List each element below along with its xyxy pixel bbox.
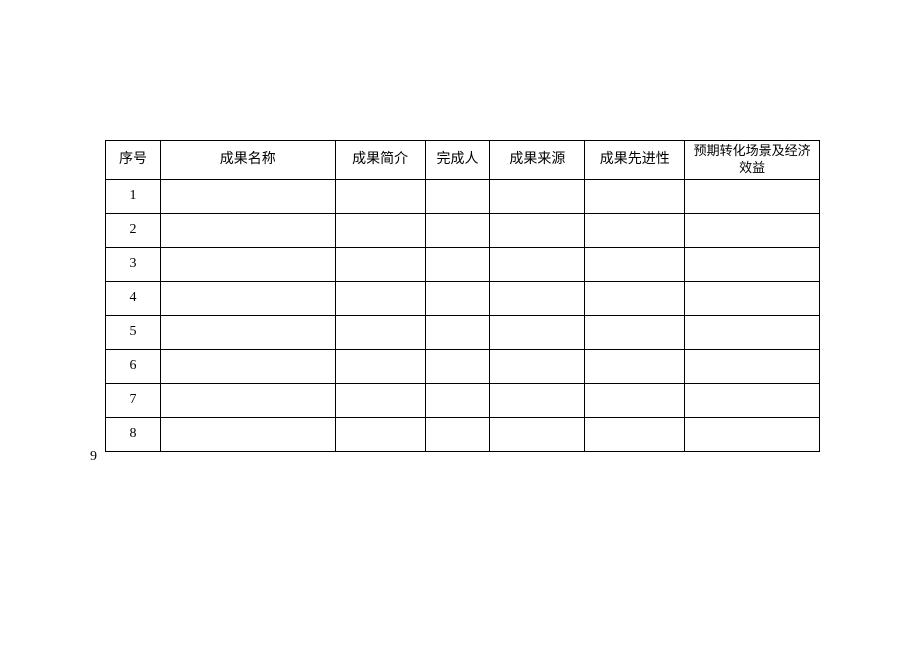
cell-advance [585,315,685,349]
cell-seq: 3 [106,247,161,281]
header-source: 成果来源 [490,141,585,180]
cell-intro [335,281,425,315]
header-intro: 成果简介 [335,141,425,180]
cell-intro [335,247,425,281]
header-person: 完成人 [425,141,490,180]
cell-person [425,417,490,451]
table-row: 2 [106,213,820,247]
header-name: 成果名称 [160,141,335,180]
header-advance: 成果先进性 [585,141,685,180]
cell-person [425,315,490,349]
table-row: 1 [106,179,820,213]
cell-seq: 1 [106,179,161,213]
cell-advance [585,417,685,451]
results-table: 序号 成果名称 成果简介 完成人 成果来源 成果先进性 预期转化场景及经济效益 … [105,140,820,452]
cell-intro [335,179,425,213]
table-row: 8 [106,417,820,451]
cell-benefit [685,179,820,213]
cell-benefit [685,349,820,383]
cell-source [490,417,585,451]
cell-name [160,213,335,247]
cell-person [425,281,490,315]
cell-name [160,417,335,451]
cell-benefit [685,417,820,451]
table-row: 7 [106,383,820,417]
results-table-container: 序号 成果名称 成果简介 完成人 成果来源 成果先进性 预期转化场景及经济效益 … [105,140,820,452]
cell-source [490,349,585,383]
cell-name [160,315,335,349]
cell-advance [585,383,685,417]
cell-advance [585,179,685,213]
table-row: 5 [106,315,820,349]
cell-name [160,349,335,383]
cell-name [160,383,335,417]
cell-seq: 2 [106,213,161,247]
cell-intro [335,213,425,247]
cell-name [160,247,335,281]
cell-advance [585,247,685,281]
cell-source [490,213,585,247]
cell-name [160,281,335,315]
cell-seq: 6 [106,349,161,383]
cell-advance [585,281,685,315]
cell-seq: 5 [106,315,161,349]
cell-benefit [685,213,820,247]
cell-source [490,281,585,315]
table-row: 6 [106,349,820,383]
cell-intro [335,383,425,417]
table-header-row: 序号 成果名称 成果简介 完成人 成果来源 成果先进性 预期转化场景及经济效益 [106,141,820,180]
cell-person [425,349,490,383]
cell-seq: 7 [106,383,161,417]
cell-source [490,315,585,349]
cell-advance [585,349,685,383]
cell-person [425,247,490,281]
page-number: 9 [90,449,97,465]
cell-intro [335,417,425,451]
cell-person [425,179,490,213]
cell-name [160,179,335,213]
cell-advance [585,213,685,247]
cell-source [490,247,585,281]
cell-benefit [685,281,820,315]
cell-seq: 4 [106,281,161,315]
cell-source [490,179,585,213]
table-body: 1 2 3 [106,179,820,451]
cell-source [490,383,585,417]
cell-intro [335,315,425,349]
cell-benefit [685,383,820,417]
header-benefit: 预期转化场景及经济效益 [685,141,820,180]
cell-benefit [685,315,820,349]
table-row: 4 [106,281,820,315]
header-seq: 序号 [106,141,161,180]
cell-benefit [685,247,820,281]
cell-person [425,383,490,417]
table-row: 3 [106,247,820,281]
cell-person [425,213,490,247]
cell-seq: 8 [106,417,161,451]
cell-intro [335,349,425,383]
